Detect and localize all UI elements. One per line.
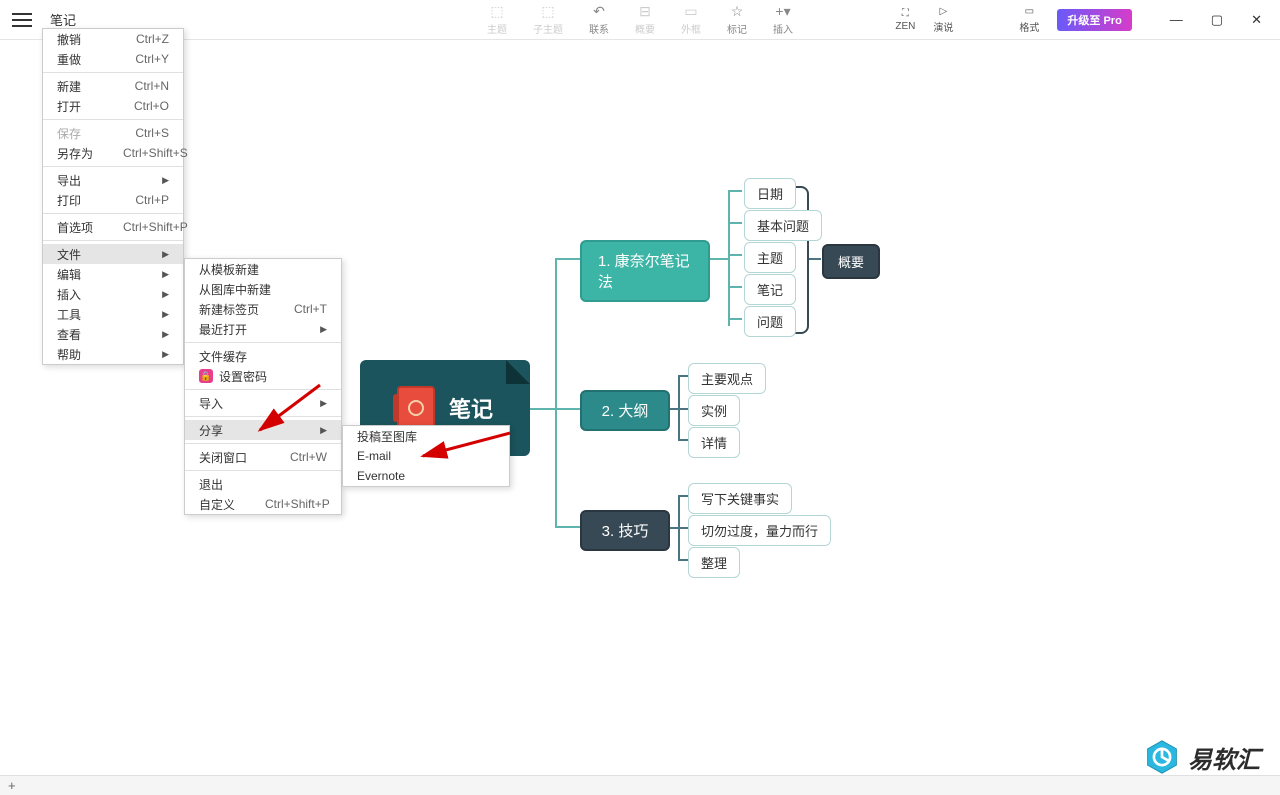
menu-tools[interactable]: 工具▶	[43, 304, 183, 324]
menu-from-template[interactable]: 从模板新建	[185, 259, 341, 279]
menu-edit[interactable]: 编辑▶	[43, 264, 183, 284]
leaf-organize[interactable]: 整理	[688, 547, 740, 578]
notebook-icon	[397, 386, 435, 430]
close-icon[interactable]: ✕	[1251, 12, 1262, 28]
leaf-detail[interactable]: 详情	[688, 427, 740, 458]
main-menu: 撤销Ctrl+Z 重做Ctrl+Y 新建Ctrl+N 打开Ctrl+O 保存Ct…	[42, 28, 184, 365]
leaf-main-point[interactable]: 主要观点	[688, 363, 766, 394]
fold-corner-icon	[506, 360, 530, 384]
marker-button[interactable]: ☆标记	[723, 3, 751, 36]
chevron-right-icon: ▶	[162, 289, 169, 300]
toolbar: 笔记 ⬚主题 ⬚子主题 ↶联系 ⊟概要 ▭外框 ☆标记 +▾插入 ⛶ZEN ▷演…	[0, 0, 1280, 40]
chevron-right-icon: ▶	[162, 309, 169, 320]
annotation-arrow-1	[250, 380, 330, 440]
watermark: 易软汇	[1144, 739, 1260, 775]
menu-pref[interactable]: 首选项Ctrl+Shift+P	[43, 217, 183, 237]
menu-new-tab[interactable]: 新建标签页Ctrl+T	[185, 299, 341, 319]
plus-icon: +▾	[774, 3, 792, 19]
leaf-note[interactable]: 笔记	[744, 274, 796, 305]
lock-icon: 🔒	[199, 369, 213, 383]
menu-insert[interactable]: 插入▶	[43, 284, 183, 304]
leaf-date[interactable]: 日期	[744, 178, 796, 209]
star-icon: ☆	[728, 3, 746, 19]
summary-button[interactable]: ⊟概要	[631, 3, 659, 36]
menu-file[interactable]: 文件▶	[43, 244, 183, 264]
menu-exit[interactable]: 退出	[185, 474, 341, 494]
document-title: 笔记	[50, 10, 76, 29]
maximize-icon[interactable]: ▢	[1211, 12, 1223, 28]
leaf-topic[interactable]: 主题	[744, 242, 796, 273]
bottom-bar: +	[0, 775, 1280, 795]
menu-open[interactable]: 打开Ctrl+O	[43, 96, 183, 116]
hamburger-menu-icon[interactable]	[12, 13, 32, 27]
leaf-question[interactable]: 问题	[744, 306, 796, 337]
subtopic-icon: ⬚	[539, 3, 557, 19]
branch-cornell[interactable]: 1. 康奈尔笔记法	[580, 240, 710, 302]
menu-from-gallery[interactable]: 从图库中新建	[185, 279, 341, 299]
subtopic-button[interactable]: ⬚子主题	[529, 3, 567, 36]
chevron-right-icon: ▶	[162, 249, 169, 260]
zen-icon: ⛶	[902, 8, 909, 19]
menu-redo[interactable]: 重做Ctrl+Y	[43, 49, 183, 69]
insert-button[interactable]: +▾插入	[769, 3, 797, 36]
menu-view[interactable]: 查看▶	[43, 324, 183, 344]
watermark-text: 易软汇	[1188, 740, 1260, 775]
format-icon: ▭	[1025, 6, 1034, 17]
topic-button[interactable]: ⬚主题	[483, 3, 511, 36]
boundary-icon: ▭	[682, 3, 700, 19]
menu-cache[interactable]: 文件缓存	[185, 346, 341, 366]
watermark-logo-icon	[1144, 739, 1180, 775]
menu-export[interactable]: 导出▶	[43, 170, 183, 190]
chevron-right-icon: ▶	[162, 175, 169, 186]
menu-evernote[interactable]: Evernote	[343, 466, 509, 486]
menu-recent[interactable]: 最近打开▶	[185, 319, 341, 339]
boundary-button[interactable]: ▭外框	[677, 3, 705, 36]
menu-print[interactable]: 打印Ctrl+P	[43, 190, 183, 210]
leaf-basic-q[interactable]: 基本问题	[744, 210, 822, 241]
leaf-key-fact[interactable]: 写下关键事实	[688, 483, 792, 514]
leaf-no-excess[interactable]: 切勿过度，量力而行	[688, 515, 831, 546]
root-label: 笔记	[449, 392, 493, 424]
relation-icon: ↶	[590, 3, 608, 19]
branch-outline[interactable]: 2. 大纲	[580, 390, 670, 431]
minimize-icon[interactable]: —	[1170, 12, 1183, 28]
add-tab-button[interactable]: +	[8, 778, 16, 793]
upgrade-button[interactable]: 升级至 Pro	[1057, 9, 1131, 31]
play-icon: ▷	[940, 6, 948, 17]
summary-icon: ⊟	[636, 3, 654, 19]
menu-new[interactable]: 新建Ctrl+N	[43, 76, 183, 96]
relation-button[interactable]: ↶联系	[585, 3, 613, 36]
present-button[interactable]: ▷演说	[933, 6, 953, 34]
chevron-right-icon: ▶	[320, 324, 327, 335]
annotation-arrow-2	[415, 428, 515, 468]
branch-tips[interactable]: 3. 技巧	[580, 510, 670, 551]
chevron-right-icon: ▶	[162, 269, 169, 280]
menu-close-win[interactable]: 关闭窗口Ctrl+W	[185, 447, 341, 467]
menu-save[interactable]: 保存Ctrl+S	[43, 123, 183, 143]
format-button[interactable]: ▭格式	[1019, 6, 1039, 34]
menu-undo[interactable]: 撤销Ctrl+Z	[43, 29, 183, 49]
chevron-right-icon: ▶	[162, 349, 169, 360]
chevron-right-icon: ▶	[162, 329, 169, 340]
zen-button[interactable]: ⛶ZEN	[895, 8, 915, 32]
menu-custom[interactable]: 自定义Ctrl+Shift+P	[185, 494, 341, 514]
topic-icon: ⬚	[488, 3, 506, 19]
leaf-example[interactable]: 实例	[688, 395, 740, 426]
menu-saveas[interactable]: 另存为Ctrl+Shift+S	[43, 143, 183, 163]
menu-help[interactable]: 帮助▶	[43, 344, 183, 364]
summary-node[interactable]: 概要	[822, 244, 880, 279]
